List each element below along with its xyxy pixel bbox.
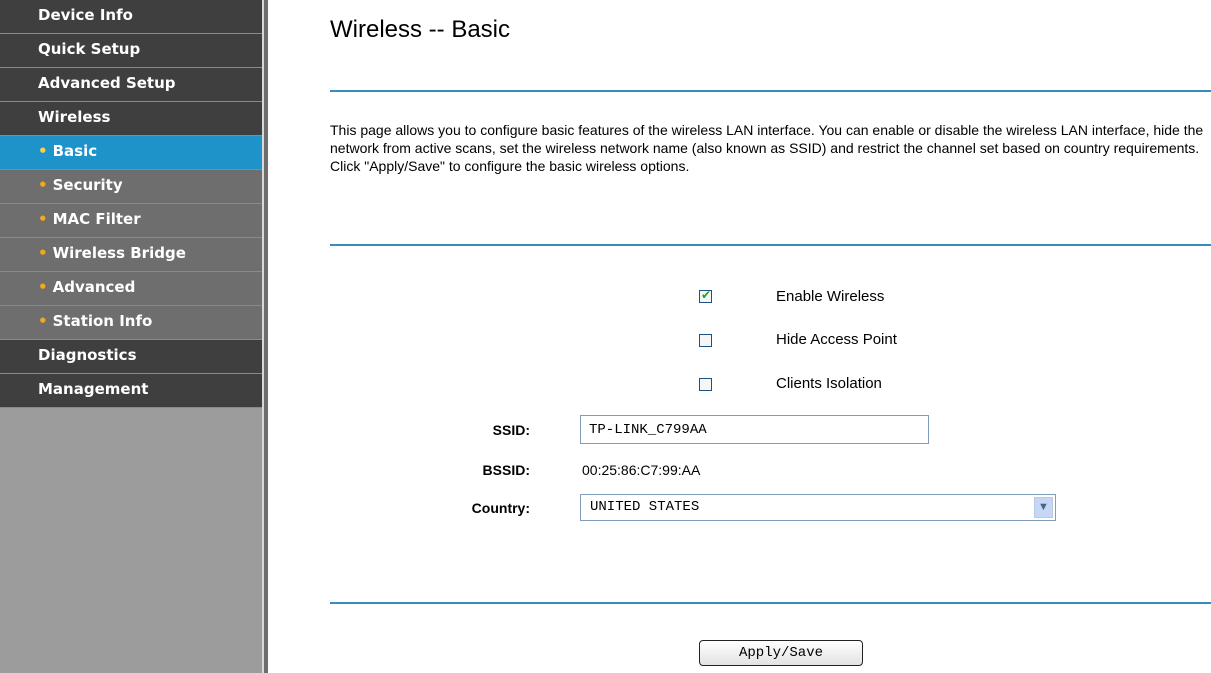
bullet-icon: •: [38, 244, 48, 262]
apply-save-button[interactable]: Apply/Save: [699, 640, 863, 666]
divider-line: [330, 90, 1211, 92]
sidebar-item-diagnostics[interactable]: Diagnostics: [0, 340, 262, 374]
hide-access-point-checkbox[interactable]: [699, 334, 712, 347]
bullet-icon: •: [38, 312, 48, 330]
country-selected-value: UNITED STATES: [590, 499, 700, 515]
sidebar-item-security[interactable]: • Security: [0, 170, 262, 204]
checkmark-icon: ✔: [701, 288, 712, 302]
bssid-label: BSSID:: [482, 462, 530, 478]
bullet-icon: •: [38, 210, 48, 228]
sidebar-item-mac-filter[interactable]: • MAC Filter: [0, 204, 262, 238]
clients-isolation-checkbox[interactable]: [699, 378, 712, 391]
page-description: This page allows you to configure basic …: [330, 121, 1210, 175]
bullet-icon: •: [38, 176, 48, 194]
sidebar-item-label: Security: [52, 176, 123, 194]
country-label: Country:: [471, 500, 530, 516]
hide-access-point-label: Hide Access Point: [776, 331, 897, 348]
bullet-icon: •: [38, 142, 48, 160]
bssid-value: 00:25:86:C7:99:AA: [582, 462, 701, 478]
description-instruction: Click "Apply/Save" to configure the basi…: [330, 158, 690, 174]
sidebar-item-label: Advanced Setup: [38, 74, 176, 92]
sidebar-nav: Device Info Quick Setup Advanced Setup W…: [0, 0, 262, 673]
sidebar-item-advanced-setup[interactable]: Advanced Setup: [0, 68, 262, 102]
sidebar-item-management[interactable]: Management: [0, 374, 262, 408]
sidebar-item-station-info[interactable]: • Station Info: [0, 306, 262, 340]
ssid-label: SSID:: [492, 422, 530, 438]
sidebar-item-label: Quick Setup: [38, 40, 141, 58]
ssid-input[interactable]: [580, 415, 929, 444]
frame-divider-scroll[interactable]: [264, 0, 268, 673]
bullet-icon: •: [38, 278, 48, 296]
sidebar-item-basic[interactable]: • Basic: [0, 136, 262, 170]
sidebar-item-label: Station Info: [52, 312, 153, 330]
sidebar-item-label: Basic: [52, 142, 98, 160]
enable-wireless-label: Enable Wireless: [776, 288, 885, 305]
divider-line: [330, 244, 1211, 246]
country-select[interactable]: UNITED STATES ▼: [580, 494, 1056, 521]
sidebar-item-label: Advanced: [52, 278, 136, 296]
description-text: This page allows you to configure basic …: [330, 122, 1204, 156]
divider-line: [330, 602, 1211, 604]
sidebar-item-label: Management: [38, 380, 149, 398]
enable-wireless-checkbox[interactable]: ✔: [699, 288, 712, 303]
sidebar-item-label: Wireless: [38, 108, 111, 126]
sidebar-item-wireless[interactable]: Wireless: [0, 102, 262, 136]
sidebar-item-label: Device Info: [38, 6, 133, 24]
sidebar-item-label: Diagnostics: [38, 346, 137, 364]
sidebar-item-label: Wireless Bridge: [52, 244, 186, 262]
sidebar-item-label: MAC Filter: [52, 210, 141, 228]
sidebar-item-quick-setup[interactable]: Quick Setup: [0, 34, 262, 68]
sidebar-item-advanced[interactable]: • Advanced: [0, 272, 262, 306]
sidebar-item-wireless-bridge[interactable]: • Wireless Bridge: [0, 238, 262, 272]
clients-isolation-label: Clients Isolation: [776, 375, 882, 392]
page-title: Wireless -- Basic: [330, 16, 511, 43]
sidebar-item-device-info[interactable]: Device Info: [0, 0, 262, 34]
chevron-down-icon[interactable]: ▼: [1034, 497, 1053, 518]
